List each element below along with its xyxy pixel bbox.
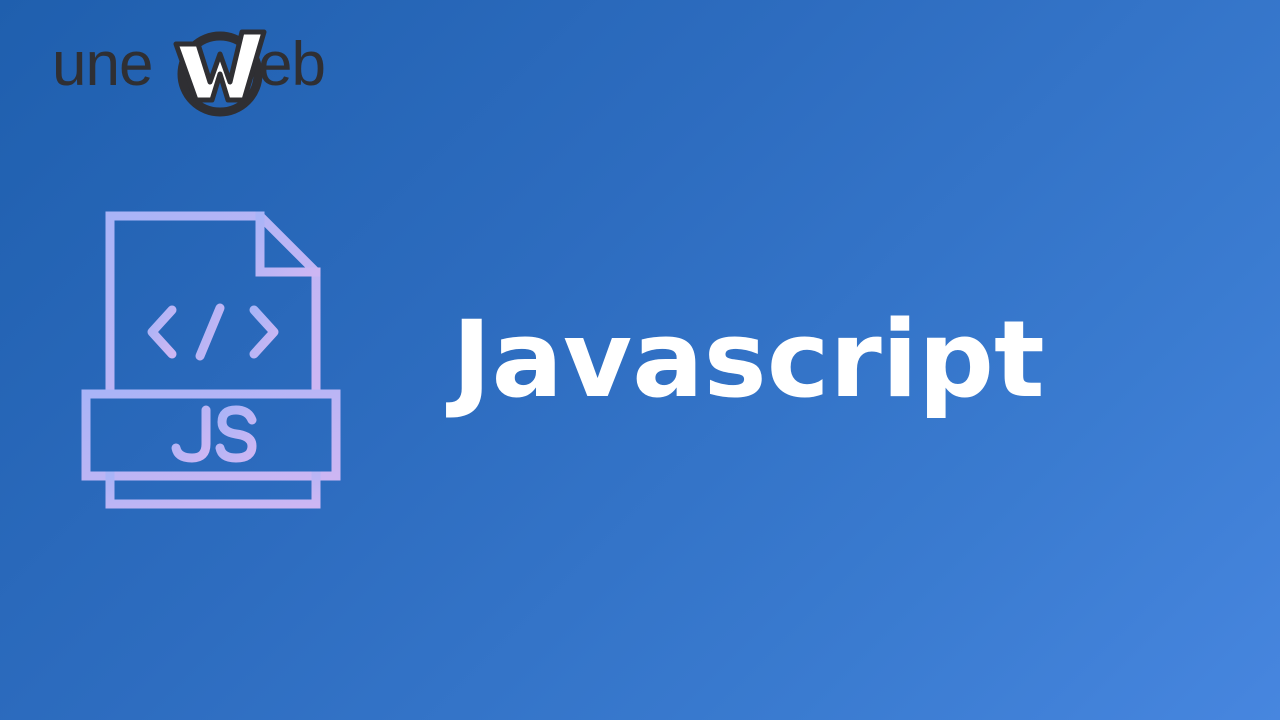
logo-text-right: eb xyxy=(258,30,326,99)
page-title: Javascript xyxy=(452,298,1045,421)
uneweb-logo: une eb xyxy=(48,22,358,122)
js-file-icon xyxy=(81,211,341,509)
logo-text-left: une xyxy=(52,30,153,99)
code-bracket-left xyxy=(147,305,177,359)
code-slash xyxy=(195,303,225,361)
badge-letter-j xyxy=(171,405,211,463)
code-bracket-right xyxy=(249,305,279,359)
w-monogram-icon xyxy=(173,29,267,117)
badge-letter-s xyxy=(215,405,257,463)
